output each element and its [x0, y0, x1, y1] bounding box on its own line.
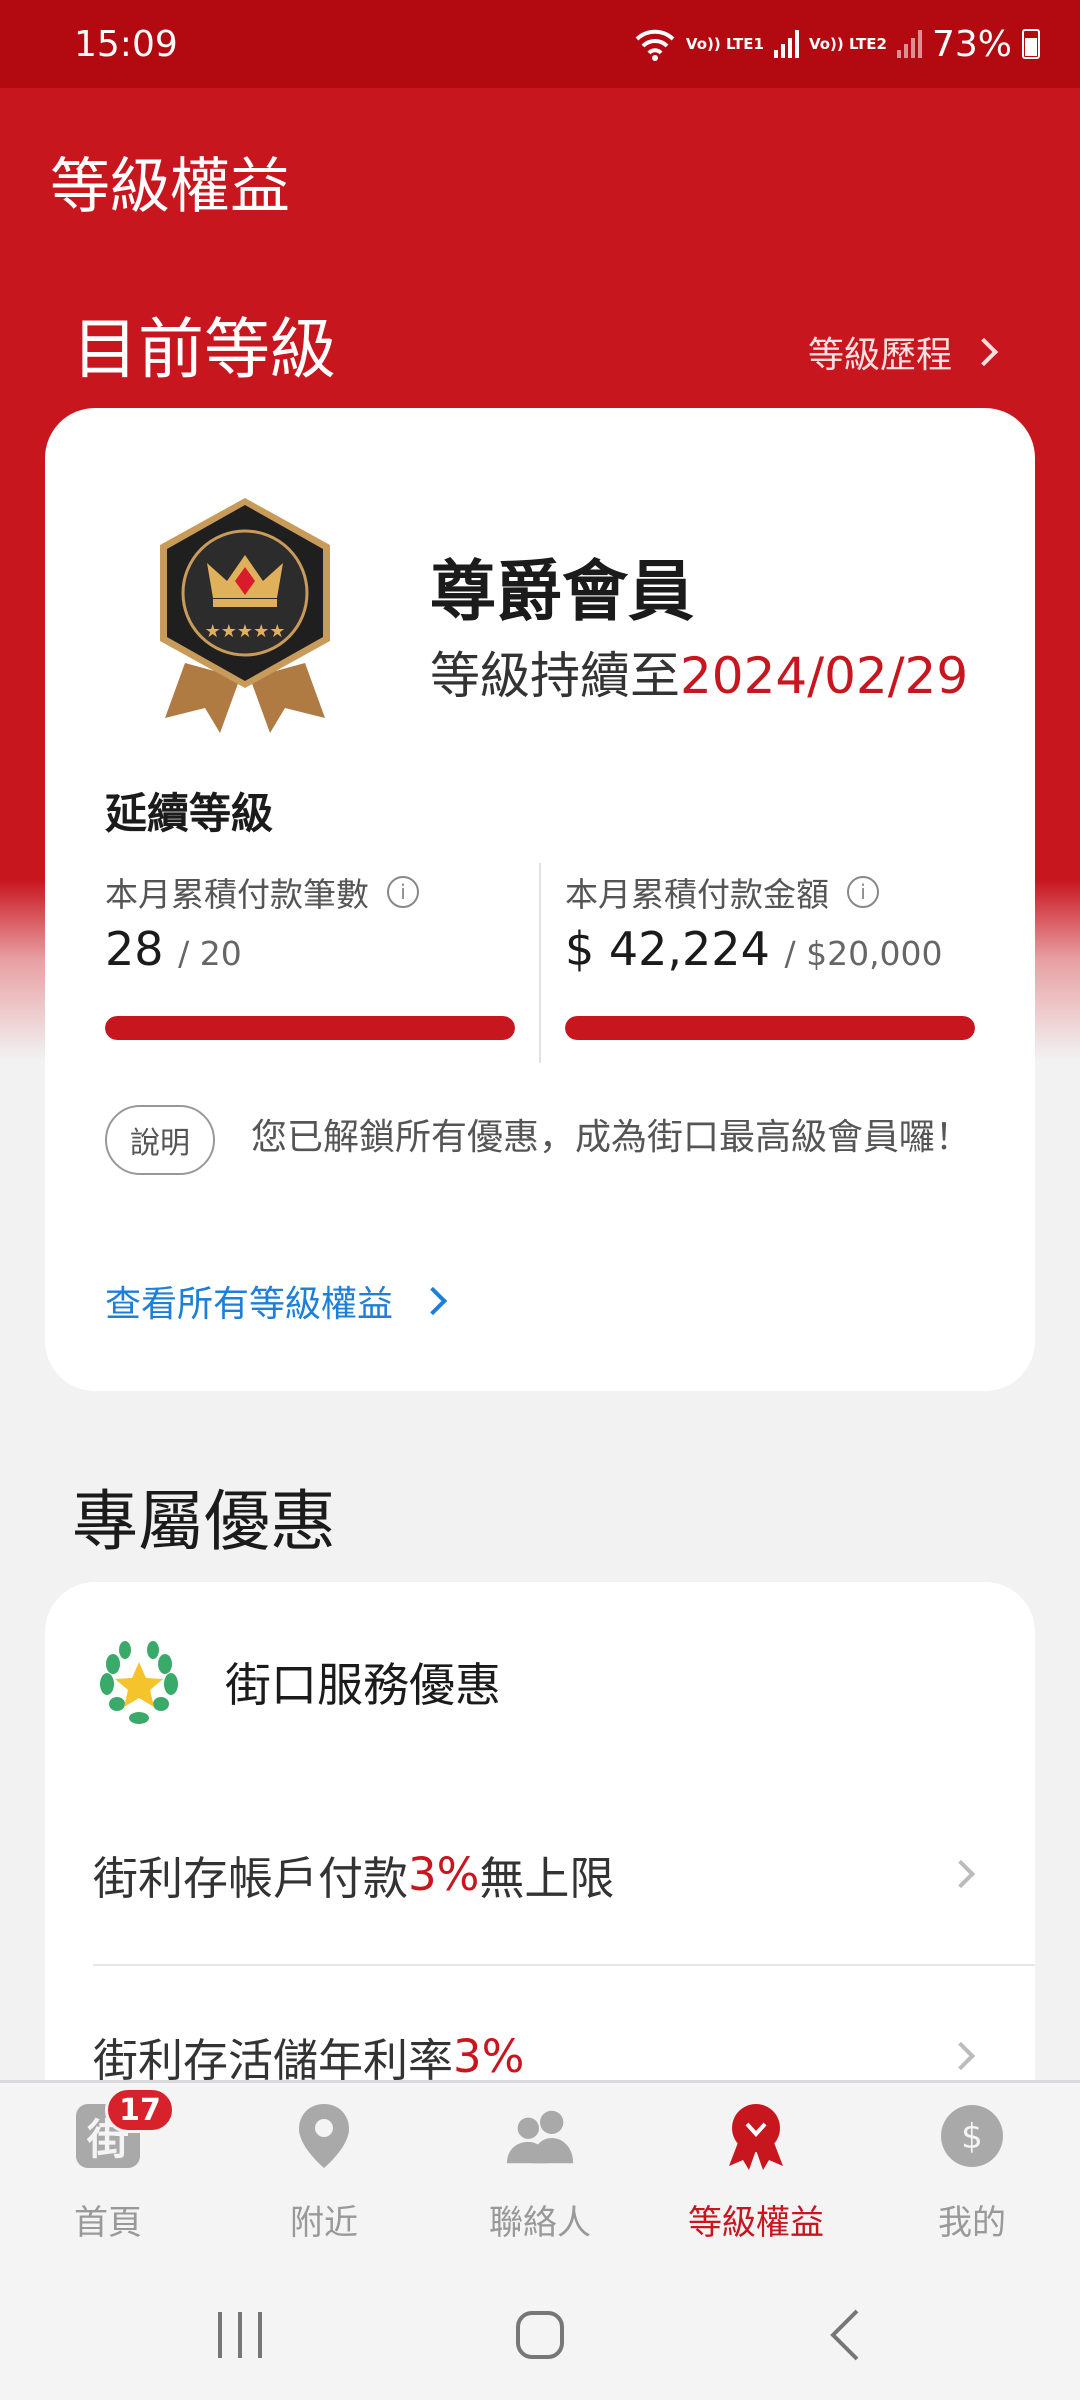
- chevron-right-icon: [969, 337, 999, 367]
- chevron-right-icon: [418, 1286, 448, 1316]
- view-all-benefits-label: 查看所有等級權益: [105, 1284, 394, 1325]
- home-icon: 街 17: [73, 2087, 175, 2171]
- offer-suffix: 無上限: [479, 1851, 615, 1905]
- offers-group-header: 街口服務優惠: [93, 1636, 501, 1728]
- extend-level-title: 延續等級: [105, 789, 274, 838]
- offer-text: 街利存帳戶付款: [93, 1851, 409, 1905]
- payment-count-progress-fill: [105, 1016, 515, 1040]
- signal-icon: [773, 30, 799, 58]
- crown-badge-icon: ★★★★★: [160, 498, 330, 733]
- tab-home[interactable]: 街 17 首頁: [0, 2087, 216, 2244]
- payment-count-label: 本月累積付款筆數 i: [105, 868, 419, 916]
- offer-text: 街利存活儲年利率: [93, 2033, 454, 2087]
- payment-amount-goal: / $20,000: [784, 934, 943, 973]
- page-title: 等級權益: [50, 152, 290, 222]
- chevron-right-icon: [946, 2041, 976, 2071]
- home-circle-icon: [516, 2311, 564, 2359]
- back-button[interactable]: [805, 2295, 885, 2375]
- tab-nearby-label: 附近: [290, 2203, 358, 2243]
- status-indicators: Vo)) LTE1 Vo)) LTE2 73%: [634, 24, 1040, 65]
- wifi-icon: [635, 29, 675, 61]
- offer-row[interactable]: 街利存帳戶付款 3% 無上限: [93, 1784, 1035, 1964]
- exclusive-offers-title: 專屬優惠: [72, 1483, 336, 1560]
- battery-icon: [1022, 29, 1040, 59]
- status-bar: 15:09 Vo)) LTE1 Vo)) LTE2 73%: [0, 0, 1080, 88]
- payment-count-label-text: 本月累積付款筆數: [105, 875, 369, 914]
- info-icon[interactable]: i: [387, 876, 419, 908]
- tab-mine-label: 我的: [938, 2203, 1006, 2243]
- valid-prefix: 等級持續至: [430, 647, 680, 705]
- stat-divider: [539, 863, 541, 1063]
- laurel-star-icon: [100, 1641, 178, 1724]
- tab-level-benefits-label: 等級權益: [688, 2203, 824, 2243]
- payment-amount-progress-fill: [565, 1016, 975, 1040]
- payment-amount-current: $ 42,224: [565, 922, 770, 976]
- level-valid-until: 等級持續至2024/02/29: [430, 636, 968, 708]
- location-pin-icon: [289, 2101, 359, 2171]
- offers-group-title: 街口服務優惠: [225, 1658, 501, 1712]
- status-time: 15:09: [74, 23, 178, 65]
- signal-icon: [896, 30, 922, 58]
- tab-mine[interactable]: $ 我的: [864, 2101, 1080, 2244]
- offer-highlight: 3%: [453, 2029, 525, 2083]
- dollar-coin-icon: $: [937, 2101, 1007, 2171]
- level-history-label: 等級歷程: [807, 335, 952, 376]
- svg-text:$: $: [961, 2117, 983, 2157]
- chevron-right-icon: [946, 1859, 976, 1889]
- offers-card: 街口服務優惠 街利存帳戶付款 3% 無上限 街利存活儲年利率 3%: [45, 1582, 1035, 2102]
- tab-nearby[interactable]: 附近: [216, 2101, 432, 2244]
- level-benefits-screen: 15:09 Vo)) LTE1 Vo)) LTE2 73% 等級權益 目前等級 …: [0, 0, 1080, 2400]
- sim1-label: Vo)) LTE1: [685, 35, 764, 53]
- system-nav-bar: [0, 2275, 1080, 2400]
- contacts-icon: [505, 2101, 575, 2171]
- tab-home-label: 首頁: [74, 2203, 142, 2243]
- level-history-link[interactable]: 等級歷程: [807, 326, 999, 378]
- valid-date: 2024/02/29: [680, 647, 969, 705]
- explain-text: 您已解鎖所有優惠，成為街口最高級會員囉！: [251, 1117, 972, 1158]
- recent-apps-button[interactable]: [200, 2295, 280, 2375]
- info-icon[interactable]: i: [847, 876, 879, 908]
- tab-contacts[interactable]: 聯絡人: [432, 2101, 648, 2244]
- level-card: ★★★★★ 尊爵會員 等級持續至2024/02/29 延續等級 本月累積付款筆數…: [45, 408, 1035, 1391]
- payment-count-progress: [105, 1016, 515, 1040]
- tab-level-benefits[interactable]: 等級權益: [648, 2101, 864, 2244]
- sim2-label: Vo)) LTE2: [808, 35, 887, 53]
- offer-highlight: 3%: [408, 1847, 480, 1901]
- notification-badge: 17: [105, 2087, 175, 2133]
- back-icon: [830, 2309, 859, 2361]
- current-level-title: 目前等級: [72, 311, 336, 388]
- member-level-name: 尊爵會員: [430, 553, 694, 630]
- svg-text:★★★★★: ★★★★★: [205, 621, 286, 642]
- tab-contacts-label: 聯絡人: [489, 2203, 591, 2243]
- payment-amount-label: 本月累積付款金額 i: [565, 868, 879, 916]
- payment-amount-value: $ 42,224 / $20,000: [565, 922, 943, 976]
- home-nav-button[interactable]: [500, 2295, 580, 2375]
- view-all-benefits-link[interactable]: 查看所有等級權益: [105, 1275, 448, 1327]
- medal-icon: [721, 2101, 791, 2171]
- battery-percent: 73%: [931, 23, 1012, 65]
- payment-amount-label-text: 本月累積付款金額: [565, 875, 829, 914]
- recent-apps-icon: [218, 2312, 262, 2358]
- payment-count-current: 28: [105, 922, 164, 976]
- payment-count-value: 28 / 20: [105, 922, 242, 976]
- explain-pill[interactable]: 說明: [105, 1105, 215, 1175]
- bottom-tab-bar: 街 17 首頁 附近 聯絡人 等級權益 $ 我的: [0, 2080, 1080, 2275]
- payment-amount-progress: [565, 1016, 975, 1040]
- payment-count-goal: / 20: [178, 934, 242, 973]
